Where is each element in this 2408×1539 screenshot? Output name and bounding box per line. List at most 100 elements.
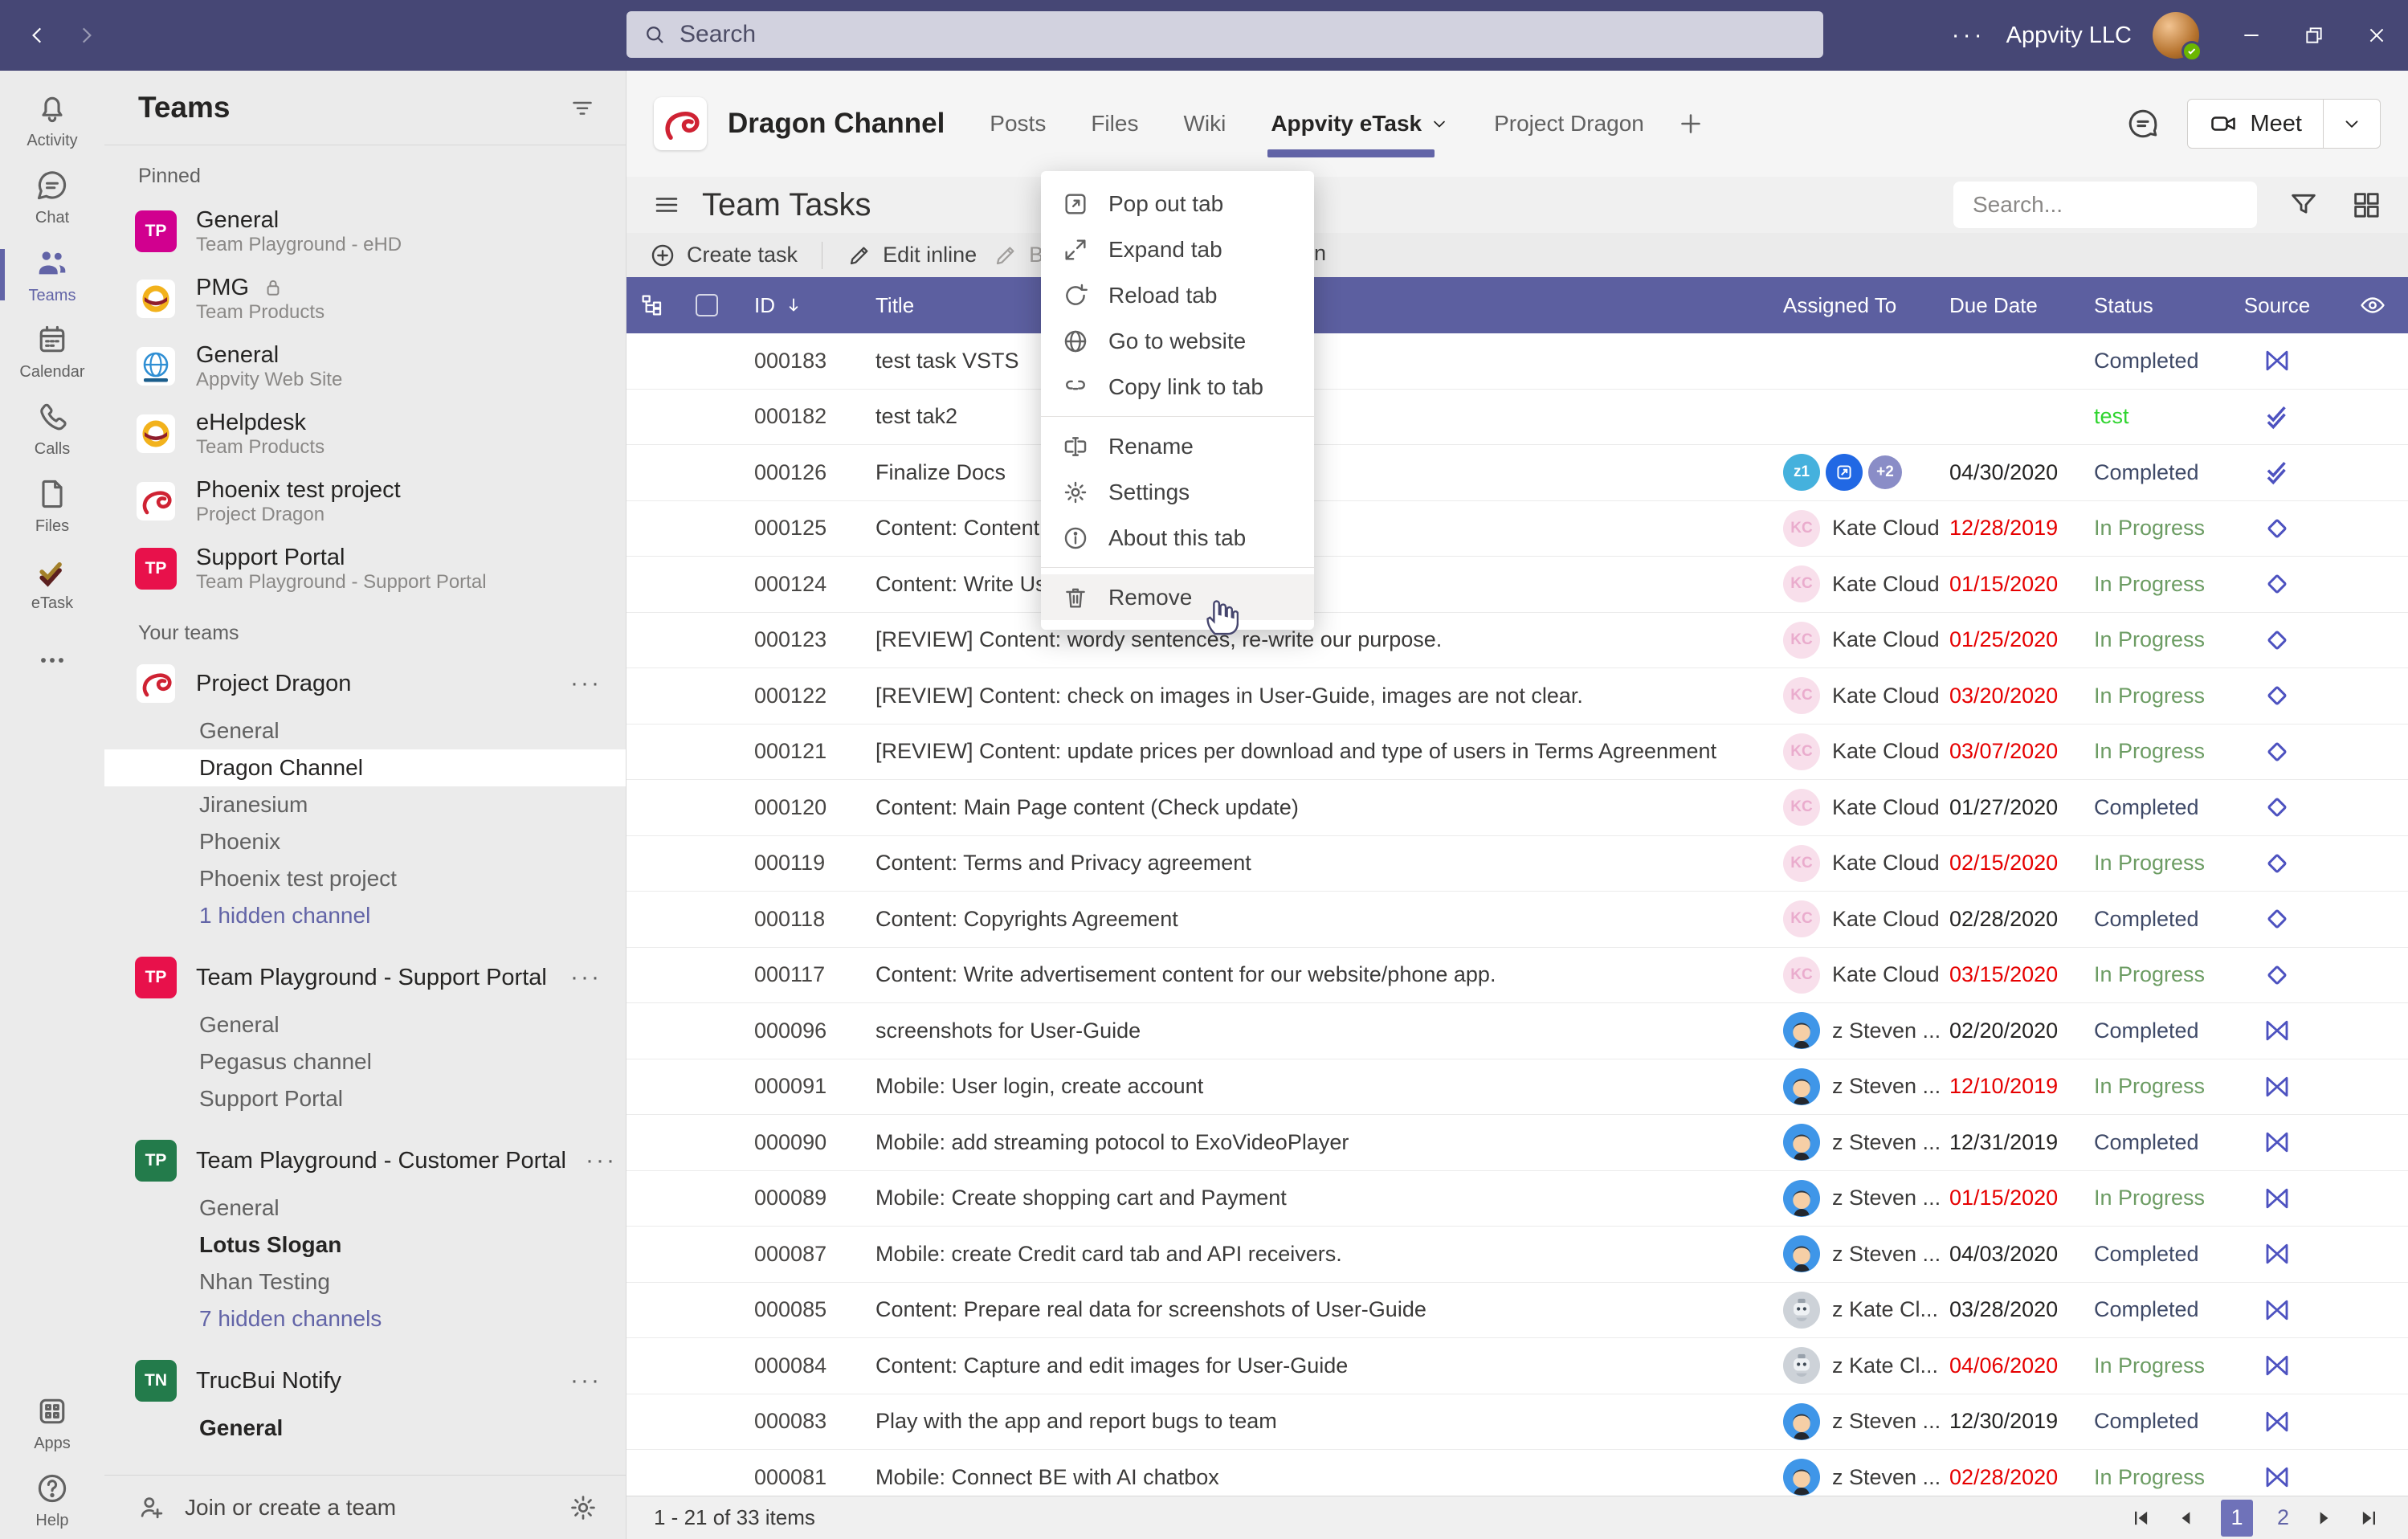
pinned-channel-item[interactable]: PMGTeam Products (104, 265, 626, 333)
task-row[interactable]: 000119Content: Terms and Privacy agreeme… (626, 836, 2408, 892)
task-title[interactable]: [REVIEW] Content: wordy sentences, re-wr… (875, 627, 1747, 652)
task-row[interactable]: 000081Mobile: Connect BE with AI chatbox… (626, 1450, 2408, 1496)
join-team-label[interactable]: Join or create a team (185, 1495, 396, 1521)
rail-item-teams[interactable]: Teams (0, 236, 104, 313)
pager-last-icon[interactable] (2358, 1507, 2381, 1529)
pager-page-1[interactable]: 1 (2221, 1500, 2253, 1537)
team-more-options-icon[interactable]: ··· (586, 1147, 617, 1174)
task-row[interactable]: 000182test tak2test (626, 390, 2408, 446)
task-row[interactable]: 000085Content: Prepare real data for scr… (626, 1283, 2408, 1339)
channel-item-selected[interactable]: Dragon Channel (104, 749, 626, 786)
team-row[interactable]: Project Dragon··· (104, 655, 626, 712)
channel-item[interactable]: Support Portal (104, 1080, 626, 1117)
board-view-grid-icon[interactable] (2350, 189, 2382, 221)
task-title[interactable]: Mobile: User login, create account (875, 1074, 1747, 1099)
menu-item-pop-out-tab[interactable]: Pop out tab (1041, 181, 1314, 227)
menu-item-about-this-tab[interactable]: About this tab (1041, 515, 1314, 561)
task-title[interactable]: Mobile: Connect BE with AI chatbox (875, 1465, 1747, 1490)
rail-item-calls[interactable]: Calls (0, 390, 104, 467)
task-title[interactable]: Content: Prepare real data for screensho… (875, 1297, 1747, 1322)
task-row[interactable]: 000126Finalize Docsz1+204/30/2020Complet… (626, 445, 2408, 501)
tab-posts[interactable]: Posts (990, 71, 1046, 177)
task-row[interactable]: 000121[REVIEW] Content: update prices pe… (626, 725, 2408, 781)
task-title[interactable]: Content: Terms and Privacy agreement (875, 851, 1747, 876)
menu-item-copy-link-to-tab[interactable]: Copy link to tab (1041, 364, 1314, 410)
rail-item-files[interactable]: Files (0, 467, 104, 545)
tab-files[interactable]: Files (1091, 71, 1138, 177)
create-task-button[interactable]: Create task (649, 242, 798, 269)
task-title[interactable]: [REVIEW] Content: update prices per down… (875, 739, 1747, 764)
menu-item-remove[interactable]: Remove (1041, 574, 1314, 620)
pinned-channel-item[interactable]: GeneralAppvity Web Site (104, 333, 626, 400)
menu-item-rename[interactable]: Rename (1041, 423, 1314, 469)
tab-appvity-etask[interactable]: Appvity eTask (1271, 71, 1449, 177)
restore-button[interactable] (2283, 0, 2345, 71)
task-title[interactable]: Mobile: add streaming potocol to ExoVide… (875, 1130, 1747, 1155)
org-name[interactable]: Appvity LLC (2006, 22, 2132, 49)
column-header-source[interactable]: Source (2217, 293, 2337, 318)
menu-item-reload-tab[interactable]: Reload tab (1041, 272, 1314, 318)
task-title[interactable]: Content: Write advertisement content for… (875, 962, 1747, 987)
column-header-status[interactable]: Status (2068, 293, 2217, 318)
hamburger-icon[interactable] (652, 190, 681, 219)
task-row[interactable]: 000122[REVIEW] Content: check on images … (626, 668, 2408, 725)
rail-item-apps[interactable]: Apps (0, 1385, 104, 1462)
task-title[interactable]: Content: Main Page content (Check update… (875, 795, 1747, 820)
menu-item-go-to-website[interactable]: Go to website (1041, 318, 1314, 364)
task-row[interactable]: 000096screenshots for User-Guidez Steven… (626, 1003, 2408, 1059)
task-row[interactable]: 000087Mobile: create Credit card tab and… (626, 1227, 2408, 1283)
task-row[interactable]: 000084Content: Capture and edit images f… (626, 1338, 2408, 1394)
meet-dropdown-chevron-icon[interactable] (2324, 113, 2380, 134)
column-header-id[interactable]: ID (739, 293, 875, 318)
tasks-search-input[interactable] (1953, 182, 2257, 228)
pager-page-2[interactable]: 2 (2277, 1505, 2289, 1530)
task-title[interactable]: Mobile: create Credit card tab and API r… (875, 1242, 1747, 1267)
channel-item[interactable]: 7 hidden channels (104, 1300, 626, 1337)
rail-item-activity[interactable]: Activity (0, 82, 104, 159)
team-row[interactable]: TPTeam Playground - Support Portal··· (104, 949, 626, 1006)
rail-item-etask[interactable]: eTask (0, 545, 104, 622)
pager-prev-icon[interactable] (2176, 1508, 2197, 1529)
select-all-checkbox[interactable] (678, 294, 739, 316)
pager-first-icon[interactable] (2129, 1507, 2152, 1529)
task-row[interactable]: 000089Mobile: Create shopping cart and P… (626, 1171, 2408, 1227)
menu-item-settings[interactable]: Settings (1041, 469, 1314, 515)
filter-icon[interactable] (568, 93, 597, 122)
channel-conversation-icon[interactable] (2126, 107, 2160, 141)
pinned-channel-item[interactable]: TPGeneralTeam Playground - eHD (104, 198, 626, 265)
add-tab-icon[interactable] (1676, 109, 1705, 138)
tab-project-dragon[interactable]: Project Dragon (1494, 71, 1644, 177)
task-row[interactable]: 000123[REVIEW] Content: wordy sentences,… (626, 613, 2408, 669)
task-title[interactable]: Content: Capture and edit images for Use… (875, 1353, 1747, 1378)
titlebar-more-icon[interactable]: ··· (1931, 22, 2006, 49)
column-header-assigned-to[interactable]: Assigned To (1747, 293, 1924, 318)
rail-item-chat[interactable]: Chat (0, 159, 104, 236)
edit-inline-button[interactable]: Edit inline (847, 243, 977, 268)
column-header-due-date[interactable]: Due Date (1924, 293, 2068, 318)
column-visibility-eye-icon[interactable] (2337, 292, 2408, 319)
task-row[interactable]: 000091Mobile: User login, create account… (626, 1059, 2408, 1116)
team-more-options-icon[interactable]: ··· (570, 964, 602, 991)
teams-settings-gear-icon[interactable] (568, 1492, 598, 1523)
minimize-button[interactable] (2220, 0, 2283, 71)
team-row[interactable]: TPTeam Playground - Customer Portal··· (104, 1132, 626, 1190)
task-title[interactable]: Content: Copyrights Agreement (875, 907, 1747, 932)
tab-wiki[interactable]: Wiki (1183, 71, 1226, 177)
pinned-channel-item[interactable]: eHelpdeskTeam Products (104, 400, 626, 467)
forward-icon[interactable] (76, 25, 96, 46)
task-row[interactable]: 000183test task VSTSCompleted (626, 333, 2408, 390)
menu-item-expand-tab[interactable]: Expand tab (1041, 227, 1314, 272)
rail-item-help[interactable]: Help (0, 1462, 104, 1539)
channel-item[interactable]: Jiranesium (104, 786, 626, 823)
task-row[interactable]: 000090Mobile: add streaming potocol to E… (626, 1115, 2408, 1171)
close-button[interactable] (2345, 0, 2408, 71)
user-avatar[interactable] (2153, 12, 2199, 59)
team-more-options-icon[interactable]: ··· (570, 1367, 602, 1394)
task-row[interactable]: 000124Content: Write UseKCKate Cloud01/1… (626, 557, 2408, 613)
channel-item[interactable]: Phoenix test project (104, 860, 626, 897)
channel-item[interactable]: General (104, 1006, 626, 1043)
pinned-channel-item[interactable]: TPSupport PortalTeam Playground - Suppor… (104, 535, 626, 602)
pager-next-icon[interactable] (2313, 1508, 2334, 1529)
channel-item[interactable]: Nhan Testing (104, 1263, 626, 1300)
tasks-filter-funnel-icon[interactable] (2288, 189, 2320, 221)
